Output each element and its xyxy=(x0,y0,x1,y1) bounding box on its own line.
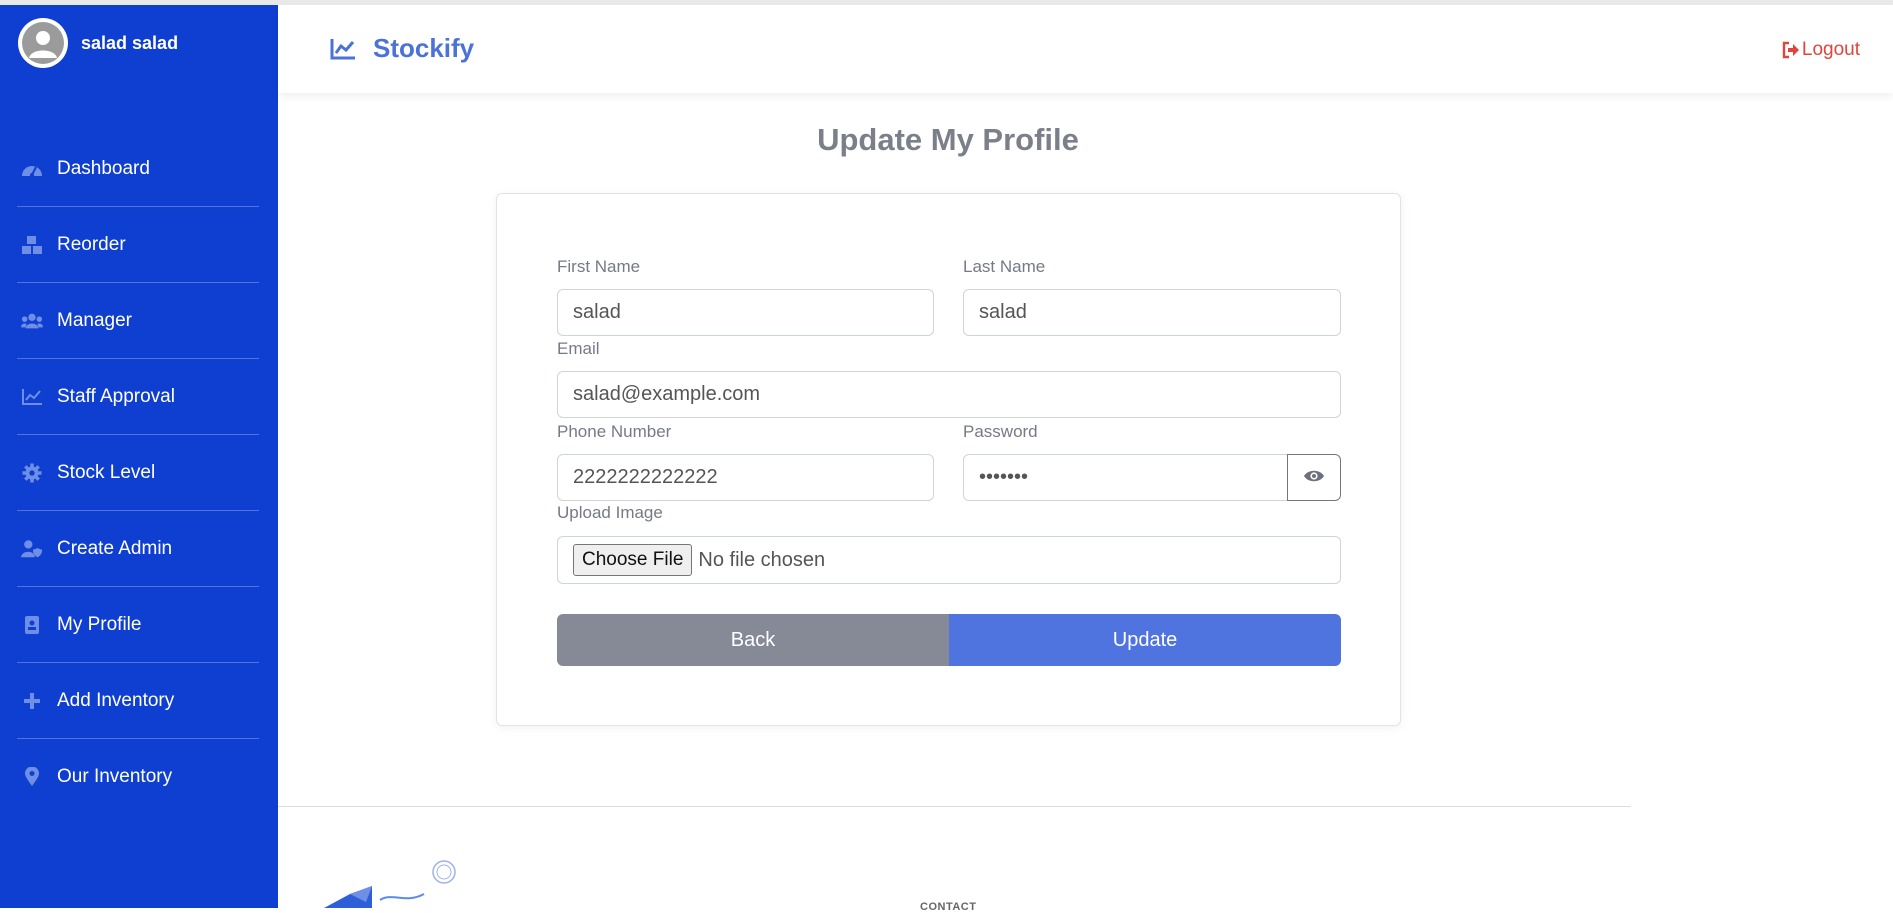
toggle-password-button[interactable] xyxy=(1287,454,1341,501)
sidebar-item-label: My Profile xyxy=(57,613,142,635)
sidebar-item-staff-approval[interactable]: Staff Approval xyxy=(17,359,259,435)
sidebar-item-label: Manager xyxy=(57,309,132,331)
email-field[interactable] xyxy=(557,371,1341,418)
sidebar-item-label: Our Inventory xyxy=(57,766,173,787)
profile-form: First Name Last Name Email Phone Number … xyxy=(496,193,1401,726)
logout-link[interactable]: Logout xyxy=(1782,39,1860,61)
sidebar: salad salad Dashboard Reorder Manager St… xyxy=(0,5,278,908)
first-name-label: First Name xyxy=(557,257,641,276)
last-name-label: Last Name xyxy=(963,257,1046,276)
sidebar-item-add-inventory[interactable]: Add Inventory xyxy=(17,663,259,739)
sidebar-item-label: Dashboard xyxy=(57,157,150,179)
email-label: Email xyxy=(557,339,600,358)
sidebar-item-label: Staff Approval xyxy=(57,385,175,407)
gauge-icon xyxy=(21,159,43,179)
logout-label: Logout xyxy=(1801,39,1860,60)
sidebar-item-our-inventory[interactable]: Our Inventory xyxy=(17,739,259,815)
password-field[interactable] xyxy=(963,454,1288,501)
choose-file-button[interactable]: Choose File xyxy=(573,544,693,576)
user-circle-icon xyxy=(22,22,64,64)
back-button[interactable]: Back xyxy=(557,614,949,666)
last-name-field[interactable] xyxy=(963,289,1341,336)
sidebar-item-label: Reorder xyxy=(57,233,126,255)
sidebar-item-stock-level[interactable]: Stock Level xyxy=(17,435,259,511)
sidebar-item-dashboard[interactable]: Dashboard xyxy=(17,131,259,207)
phone-label: Phone Number xyxy=(557,422,672,441)
chart-line-icon xyxy=(330,37,356,61)
users-icon xyxy=(21,311,43,331)
file-status-text: No file chosen xyxy=(698,548,826,571)
map-pin-icon xyxy=(21,767,43,787)
user-shield-icon xyxy=(21,539,43,559)
brand-link[interactable]: Stockify xyxy=(330,33,474,64)
sidebar-item-label: Stock Level xyxy=(57,461,156,483)
id-badge-icon xyxy=(21,615,43,635)
sidebar-item-label: Create Admin xyxy=(57,537,173,559)
sidebar-user[interactable]: salad salad xyxy=(18,18,178,68)
boxes-icon xyxy=(21,235,43,255)
sidebar-nav: Dashboard Reorder Manager Staff Approval… xyxy=(17,131,259,815)
gear-icon xyxy=(21,463,43,483)
footer-logo xyxy=(320,858,470,908)
footer-contact-heading: CONTACT xyxy=(920,901,977,913)
top-header: Stockify Logout xyxy=(278,5,1893,93)
chart-line-icon xyxy=(21,387,43,407)
sidebar-item-create-admin[interactable]: Create Admin xyxy=(17,511,259,587)
page-title: Update My Profile xyxy=(817,122,1079,157)
sign-out-icon xyxy=(1782,41,1800,59)
sidebar-item-my-profile[interactable]: My Profile xyxy=(17,587,259,663)
avatar xyxy=(18,18,68,68)
image-upload-field: Choose File No file chosen xyxy=(557,536,1341,584)
first-name-field[interactable] xyxy=(557,289,934,336)
phone-field[interactable] xyxy=(557,454,934,501)
update-button[interactable]: Update xyxy=(949,614,1341,666)
sidebar-item-reorder[interactable]: Reorder xyxy=(17,207,259,283)
footer-divider xyxy=(278,806,1631,807)
password-label: Password xyxy=(963,422,1038,441)
sidebar-item-manager[interactable]: Manager xyxy=(17,283,259,359)
sidebar-item-label: Add Inventory xyxy=(57,689,175,711)
eye-icon xyxy=(1303,469,1325,486)
sidebar-username: salad salad xyxy=(81,32,179,53)
upload-image-label: Upload Image xyxy=(557,503,663,522)
brand-name: Stockify xyxy=(373,33,475,63)
plus-icon xyxy=(21,691,43,711)
